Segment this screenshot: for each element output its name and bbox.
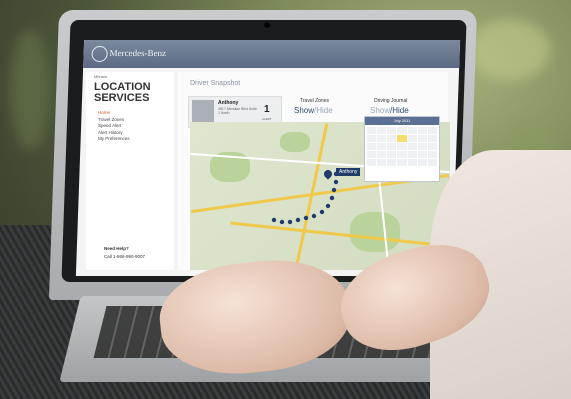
calendar-day[interactable] [407, 143, 417, 150]
help-phone[interactable]: Call 1-866-990-9007 [104, 254, 145, 259]
calendar-day[interactable] [417, 135, 427, 142]
travel-zones-toggle: Show/Hide [294, 106, 333, 115]
brand-name: Mercedes-Benz [109, 48, 167, 58]
calendar-day[interactable] [377, 151, 387, 158]
calendar-day[interactable] [407, 127, 417, 134]
calendar-day[interactable] [427, 143, 437, 150]
calendar-day[interactable] [427, 159, 437, 166]
calendar-day[interactable] [417, 151, 427, 158]
sidebar-item-my-preferences[interactable]: My Preferences [98, 136, 130, 143]
calendar-day[interactable] [427, 151, 437, 158]
calendar-day[interactable] [427, 127, 437, 134]
calendar-day[interactable] [387, 159, 397, 166]
driving-journal-hide[interactable]: Hide [392, 106, 408, 115]
driving-journal-show[interactable]: Show [370, 106, 390, 115]
map-pin-label: Anthony [336, 168, 361, 176]
background-foliage [10, 30, 50, 150]
calendar-day[interactable] [367, 151, 377, 158]
calendar-day[interactable] [397, 143, 407, 150]
calendar-day[interactable] [387, 143, 397, 150]
brand-logo-icon[interactable] [91, 46, 108, 62]
calendar-day-selected[interactable] [397, 135, 407, 142]
calendar-day[interactable] [407, 159, 417, 166]
calendar-day[interactable] [427, 135, 437, 142]
webcam [264, 22, 270, 28]
date-picker[interactable]: July 2011 [364, 116, 440, 182]
calendar-day[interactable] [377, 127, 387, 134]
calendar-day[interactable] [367, 127, 377, 134]
sidebar-nav: Home Travel Zones Speed Alert Alert Hist… [98, 110, 130, 143]
calendar-day[interactable] [387, 135, 397, 142]
calendar-day[interactable] [397, 151, 407, 158]
calendar-day[interactable] [367, 159, 377, 166]
page-title: Driver Snapshot [190, 80, 241, 87]
calendar-day[interactable] [377, 135, 387, 142]
background-foliage [470, 20, 550, 80]
calendar-day[interactable] [367, 143, 377, 150]
calendar-day[interactable] [367, 135, 377, 142]
calendar-grid [365, 125, 439, 168]
travel-zones-label: Travel Zones [300, 98, 329, 104]
help-heading: Need Help? [104, 246, 129, 251]
calendar-day[interactable] [387, 151, 397, 158]
calendar-day[interactable] [377, 143, 387, 150]
calendar-day[interactable] [417, 143, 427, 150]
calendar-day[interactable] [407, 135, 417, 142]
driving-journal-toggle: Show/Hide [370, 106, 409, 115]
calendar-header: July 2011 [365, 117, 439, 125]
calendar-day[interactable] [387, 127, 397, 134]
breadcrumb[interactable]: Mbrace [94, 74, 107, 79]
site-header: Mercedes-Benz [83, 40, 461, 68]
calendar-day[interactable] [407, 151, 417, 158]
photo-scene: Mercedes-Benz Mbrace LOCATION SERVICES H… [0, 0, 571, 399]
calendar-day[interactable] [397, 159, 407, 166]
travel-zones-hide[interactable]: Hide [316, 106, 332, 115]
driver-avatar [192, 100, 214, 122]
alert-label: ALERT [262, 117, 272, 121]
calendar-day[interactable] [417, 159, 427, 166]
calendar-day[interactable] [417, 127, 427, 134]
calendar-day[interactable] [377, 159, 387, 166]
driver-address: 4517 Meridian Blvd Suite 1 North [218, 107, 257, 115]
calendar-day[interactable] [397, 127, 407, 134]
travel-zones-show[interactable]: Show [294, 106, 314, 115]
alert-count: 1 [264, 104, 270, 115]
sidebar-title: LOCATION SERVICES [94, 81, 151, 104]
driver-name: Anthony [218, 100, 239, 106]
driving-journal-label: Driving Journal [374, 98, 408, 104]
